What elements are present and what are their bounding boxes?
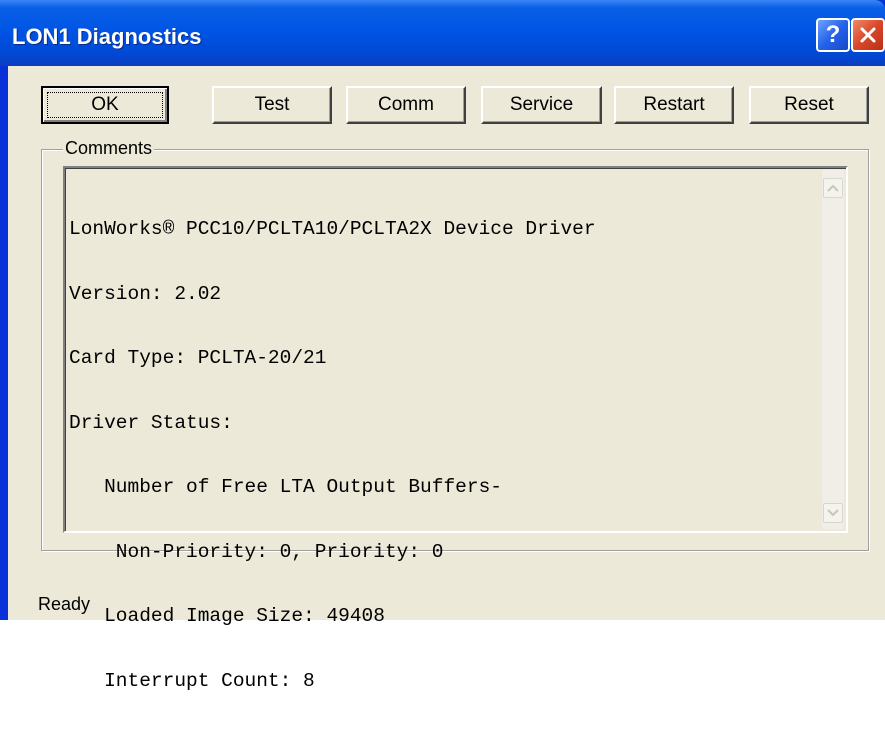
comment-line: Driver Status: bbox=[69, 411, 233, 434]
help-button[interactable]: ? bbox=[816, 18, 850, 52]
comment-line: Version: 2.02 bbox=[69, 282, 222, 305]
reset-button[interactable]: Reset bbox=[749, 86, 869, 124]
service-button[interactable]: Service bbox=[481, 86, 602, 124]
ok-button[interactable]: OK bbox=[41, 86, 169, 124]
comment-line: Loaded Image Size: 49408 bbox=[69, 605, 385, 627]
comments-text: LonWorks® PCC10/PCLTA10/PCLTA2X Device D… bbox=[69, 176, 596, 735]
window-title: LON1 Diagnostics bbox=[12, 24, 202, 49]
diagnostics-window: LON1 Diagnostics ? OK Test Comm Service … bbox=[0, 0, 885, 691]
reset-button-label: Reset bbox=[784, 94, 834, 115]
comm-button-label: Comm bbox=[378, 94, 434, 115]
comment-line: LonWorks® PCC10/PCLTA10/PCLTA2X Device D… bbox=[69, 218, 596, 240]
close-button[interactable] bbox=[851, 18, 885, 52]
dialog-client-area: OK Test Comm Service Restart Reset Comme… bbox=[8, 66, 885, 691]
service-button-label: Service bbox=[509, 94, 574, 115]
chevron-up-icon bbox=[827, 184, 839, 192]
comment-line: Non-Priority: 0, Priority: 0 bbox=[69, 540, 444, 563]
close-icon bbox=[860, 27, 876, 43]
test-button-label: Test bbox=[254, 94, 290, 115]
restart-button-label: Restart bbox=[643, 94, 705, 115]
comment-line: Card Type: PCLTA-20/21 bbox=[69, 347, 327, 369]
restart-button[interactable]: Restart bbox=[614, 86, 734, 124]
scroll-up-button[interactable] bbox=[823, 178, 843, 198]
question-mark-icon: ? bbox=[825, 21, 841, 48]
comm-button[interactable]: Comm bbox=[346, 86, 466, 124]
scroll-down-button[interactable] bbox=[823, 503, 843, 523]
ok-button-label: OK bbox=[91, 94, 119, 115]
chevron-down-icon bbox=[827, 509, 839, 517]
vertical-scrollbar[interactable] bbox=[822, 170, 844, 529]
test-button[interactable]: Test bbox=[212, 86, 332, 124]
comments-textarea[interactable]: LonWorks® PCC10/PCLTA10/PCLTA2X Device D… bbox=[63, 166, 848, 691]
comments-group-label: Comments bbox=[63, 137, 155, 159]
comment-line: Number of Free LTA Output Buffers- bbox=[69, 476, 502, 498]
title-bar[interactable]: LON1 Diagnostics ? bbox=[0, 0, 885, 66]
status-text: Ready bbox=[38, 594, 91, 614]
comment-line: Interrupt Count: 8 bbox=[69, 669, 315, 692]
